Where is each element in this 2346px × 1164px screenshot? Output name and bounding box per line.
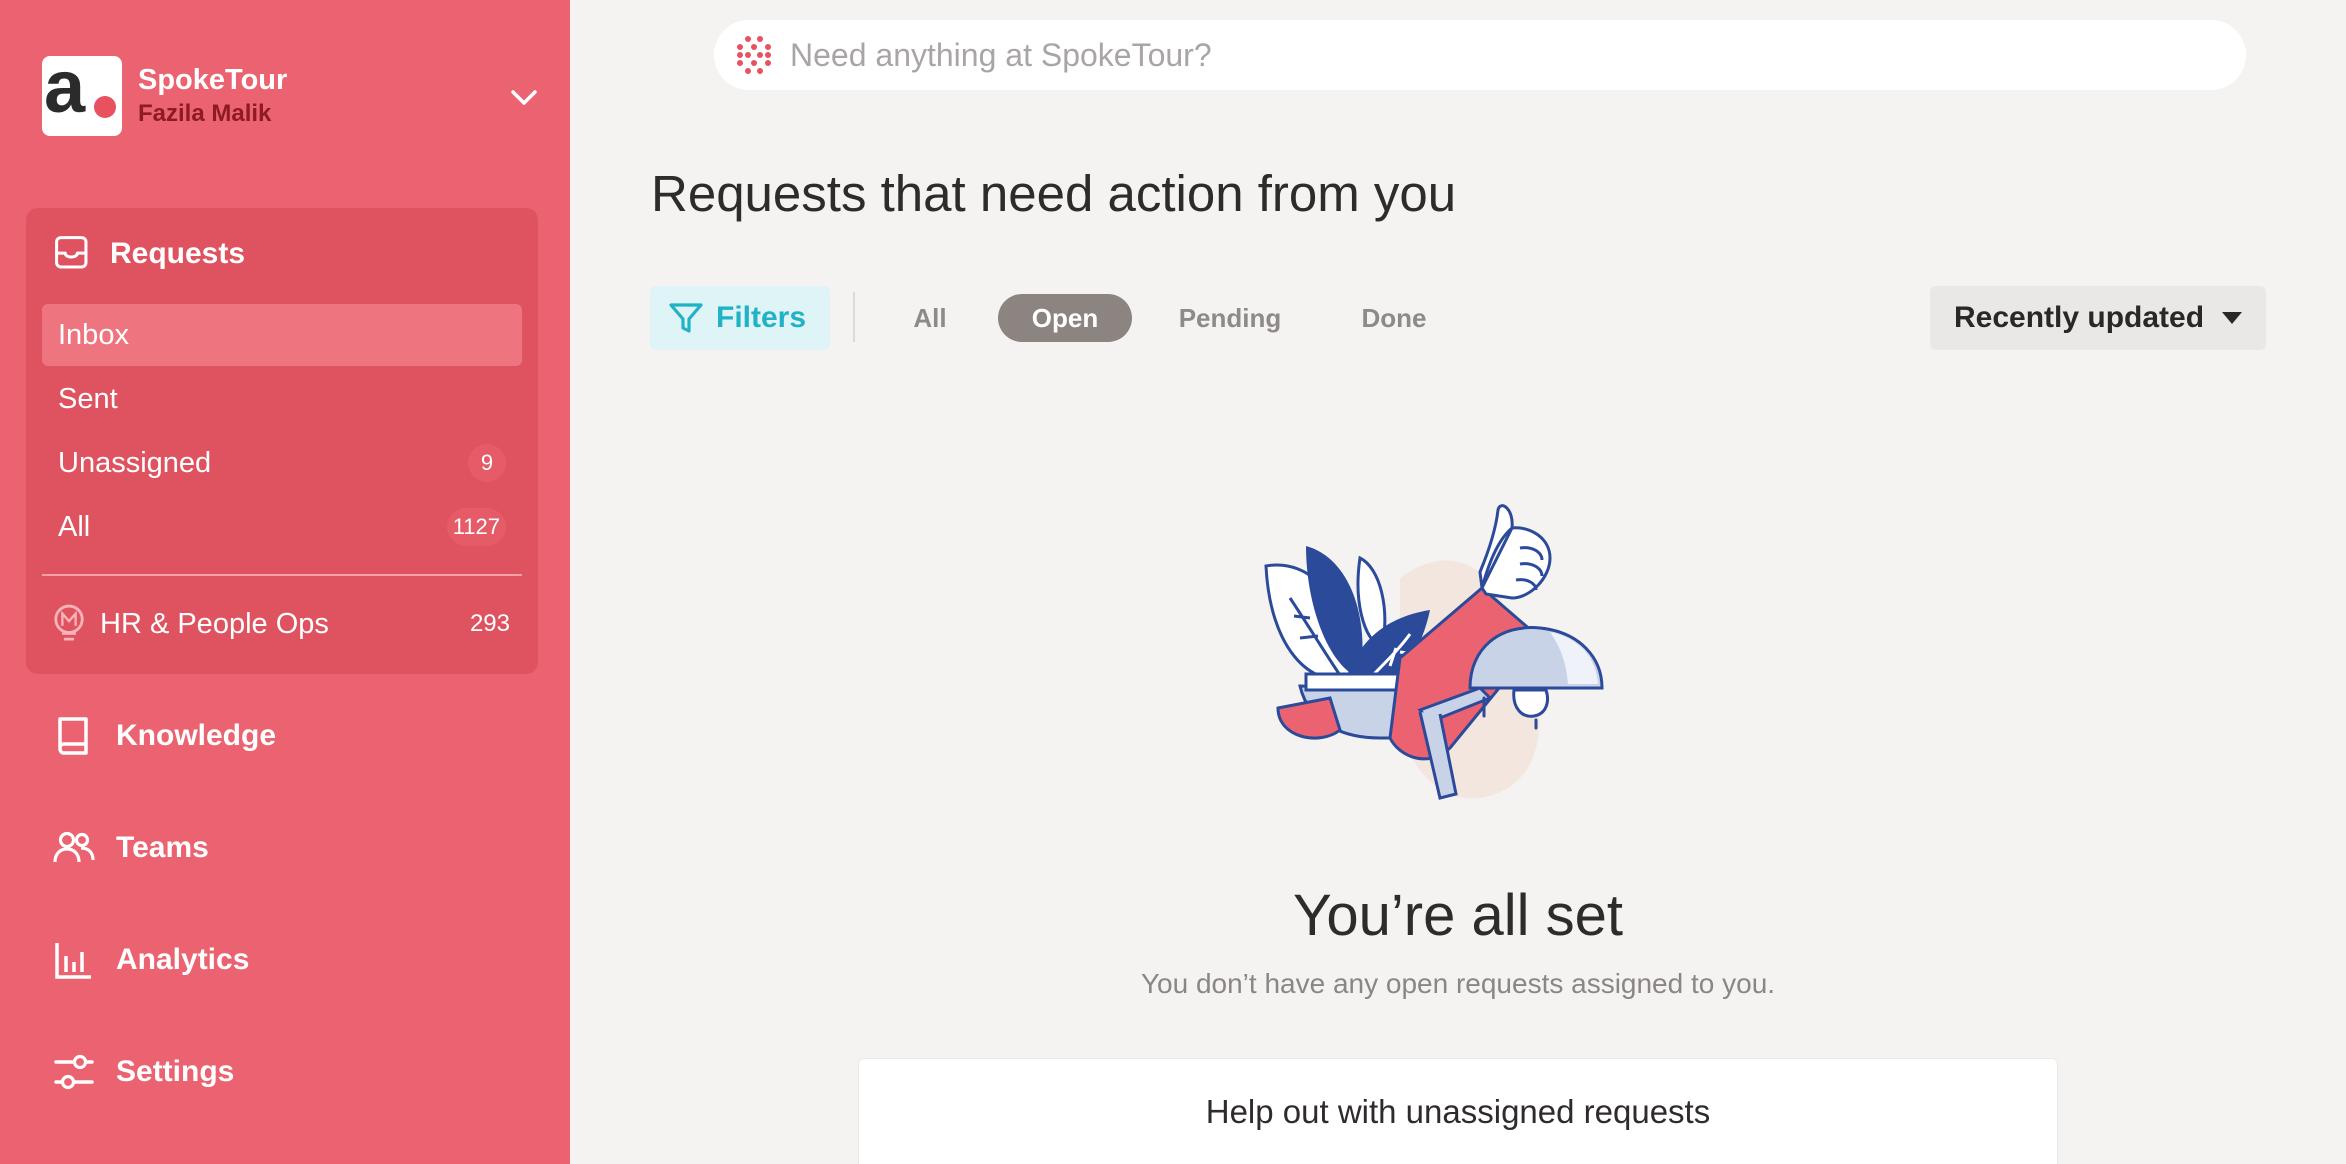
workspace-switcher[interactable]: a SpokeTour Fazila Malik bbox=[42, 50, 542, 137]
divider bbox=[853, 292, 855, 342]
bar-chart-icon bbox=[55, 943, 91, 979]
help-card-label: Help out with unassigned requests bbox=[1205, 1093, 1711, 1130]
page-title: Requests that need action from you bbox=[651, 165, 1457, 222]
hr-count-badge: 293 bbox=[469, 610, 510, 637]
sidebar-item-label: Sent bbox=[58, 382, 118, 415]
sidebar: a SpokeTour Fazila Malik Requests Inbox … bbox=[0, 0, 570, 1164]
filter-icon bbox=[669, 303, 703, 333]
user-name: Fazila Malik bbox=[138, 100, 272, 127]
chevron-down-icon[interactable] bbox=[506, 79, 542, 115]
sidebar-item-label: Unassigned bbox=[58, 446, 212, 479]
sidebar-item-hr-people-ops[interactable]: HR & People Ops 293 bbox=[52, 598, 512, 650]
divider bbox=[42, 574, 522, 576]
workspace-name: SpokeTour bbox=[138, 64, 288, 97]
nav-teams[interactable]: Teams bbox=[52, 820, 209, 876]
caret-down-icon bbox=[2222, 312, 2242, 324]
sort-label: Recently updated bbox=[1954, 301, 2205, 334]
sidebar-item-unassigned[interactable]: Unassigned 9 bbox=[42, 432, 522, 494]
empty-state-subtitle: You don’t have any open requests assigne… bbox=[1140, 968, 1776, 999]
tab-pending[interactable]: Pending bbox=[1160, 294, 1300, 342]
search-input[interactable] bbox=[790, 36, 2190, 74]
sidebar-item-sent[interactable]: Sent bbox=[42, 368, 522, 430]
dots-grid-icon bbox=[737, 36, 771, 74]
thumbs-up-illustration bbox=[1264, 504, 1604, 800]
sort-dropdown[interactable]: Recently updated bbox=[1930, 286, 2266, 350]
nav-requests[interactable]: Requests bbox=[54, 230, 245, 278]
requests-section: Requests Inbox Sent Unassigned 9 All 112… bbox=[26, 208, 538, 674]
tab-open[interactable]: Open bbox=[998, 294, 1132, 342]
unassigned-count-badge: 9 bbox=[468, 444, 506, 482]
tab-all[interactable]: All bbox=[890, 294, 970, 342]
nav-knowledge[interactable]: Knowledge bbox=[52, 708, 276, 764]
nav-analytics[interactable]: Analytics bbox=[52, 932, 249, 988]
workspace-logo: a bbox=[42, 50, 122, 136]
sidebar-item-all[interactable]: All 1127 bbox=[42, 496, 522, 558]
search-bar[interactable] bbox=[714, 20, 2246, 90]
sidebar-item-label: HR & People Ops bbox=[100, 607, 329, 640]
sidebar-item-inbox[interactable]: Inbox bbox=[42, 304, 522, 366]
nav-label: Knowledge bbox=[116, 719, 277, 752]
people-icon bbox=[53, 831, 95, 863]
sliders-icon bbox=[54, 1054, 94, 1090]
sidebar-item-label: Inbox bbox=[58, 318, 129, 351]
nav-label: Analytics bbox=[116, 943, 250, 976]
sidebar-item-label: All bbox=[58, 510, 91, 543]
empty-state-title: You’re all set bbox=[1293, 883, 1623, 948]
lightbulb-icon bbox=[54, 604, 84, 641]
nav-settings[interactable]: Settings bbox=[52, 1044, 234, 1100]
book-icon bbox=[58, 717, 88, 755]
all-count-badge: 1127 bbox=[446, 508, 506, 546]
inbox-icon bbox=[55, 236, 88, 269]
filters-label: Filters bbox=[716, 301, 807, 334]
nav-requests-label: Requests bbox=[110, 237, 246, 270]
nav-label: Settings bbox=[116, 1055, 235, 1088]
filters-button[interactable]: Filters bbox=[650, 286, 830, 350]
tab-done[interactable]: Done bbox=[1334, 294, 1454, 342]
nav-label: Teams bbox=[116, 831, 209, 864]
help-unassigned-card[interactable]: Help out with unassigned requests bbox=[858, 1058, 2058, 1164]
